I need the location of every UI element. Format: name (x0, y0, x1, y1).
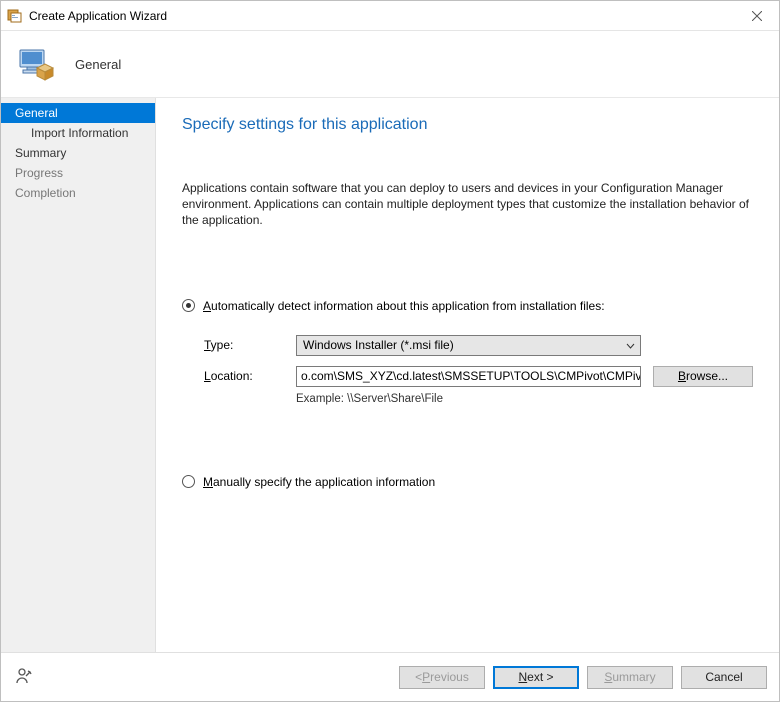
radio-icon (182, 475, 195, 488)
radio-auto-label: Automatically detect information about t… (203, 299, 605, 313)
wizard-window: Create Application Wizard General Genera… (0, 0, 780, 702)
page-description: Applications contain software that you c… (182, 180, 753, 229)
chevron-down-icon (626, 340, 635, 354)
radio-manual-specify[interactable]: Manually specify the application informa… (182, 475, 753, 489)
location-example: Example: \\Server\Share\File (296, 393, 641, 405)
content-pane: Specify settings for this application Ap… (156, 98, 779, 652)
header-band: General (1, 31, 779, 98)
previous-button: < Previous (399, 666, 485, 689)
radio-icon (182, 299, 195, 312)
install-file-form: Type: Windows Installer (*.msi file) Loc… (204, 335, 753, 405)
sidebar-item-progress[interactable]: Progress (1, 163, 155, 183)
type-label: Type: (204, 338, 284, 352)
browse-button[interactable]: Browse... (653, 366, 753, 387)
summary-button: Summary (587, 666, 673, 689)
sidebar-item-import-information[interactable]: Import Information (1, 123, 155, 143)
footer: < Previous Next > Summary Cancel (1, 652, 779, 701)
titlebar: Create Application Wizard (1, 1, 779, 31)
location-input[interactable]: o.com\SMS_XYZ\cd.latest\SMSSETUP\TOOLS\C… (296, 366, 641, 387)
app-icon (7, 8, 23, 24)
window-title: Create Application Wizard (29, 9, 734, 23)
location-label: Location: (204, 369, 284, 383)
person-icon[interactable] (15, 667, 35, 687)
type-combobox[interactable]: Windows Installer (*.msi file) (296, 335, 641, 356)
sidebar-item-general[interactable]: General (1, 103, 155, 123)
sidebar-item-summary[interactable]: Summary (1, 143, 155, 163)
radio-auto-detect[interactable]: Automatically detect information about t… (182, 299, 753, 313)
cancel-button[interactable]: Cancel (681, 666, 767, 689)
wizard-body: General Import Information Summary Progr… (1, 98, 779, 652)
next-button[interactable]: Next > (493, 666, 579, 689)
close-button[interactable] (734, 1, 779, 30)
page-heading: Specify settings for this application (182, 116, 753, 134)
sidebar: General Import Information Summary Progr… (1, 98, 156, 652)
sidebar-item-completion[interactable]: Completion (1, 183, 155, 203)
page-name: General (75, 57, 121, 72)
computer-box-icon (17, 44, 57, 84)
radio-manual-label: Manually specify the application informa… (203, 475, 435, 489)
